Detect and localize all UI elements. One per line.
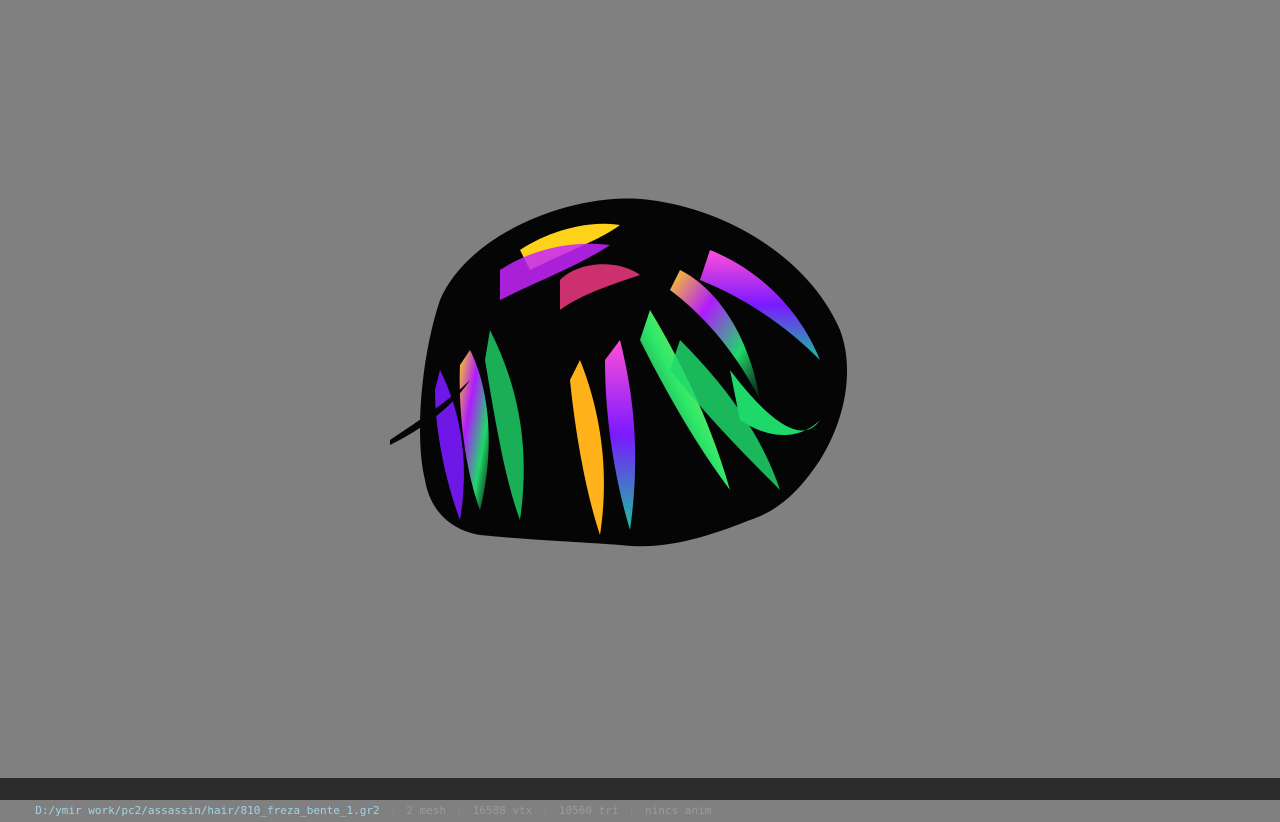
3d-viewport[interactable] (0, 0, 1280, 778)
animation-status: nincs anim (645, 804, 712, 817)
mesh-count: 2 mesh (406, 804, 446, 817)
vertex-count: 16588 vtx (472, 804, 533, 817)
separator: | (542, 804, 549, 817)
separator: | (389, 804, 397, 817)
separator: | (456, 804, 463, 817)
status-bar: D:/ymir work/pc2/assassin/hair/810_freza… (0, 778, 1280, 817)
file-path: D:/ymir work/pc2/assassin/hair/810_freza… (35, 804, 380, 817)
hair-model-preview (390, 198, 848, 547)
separator: | (628, 804, 636, 817)
triangle-count: 10560 tri (558, 804, 619, 817)
